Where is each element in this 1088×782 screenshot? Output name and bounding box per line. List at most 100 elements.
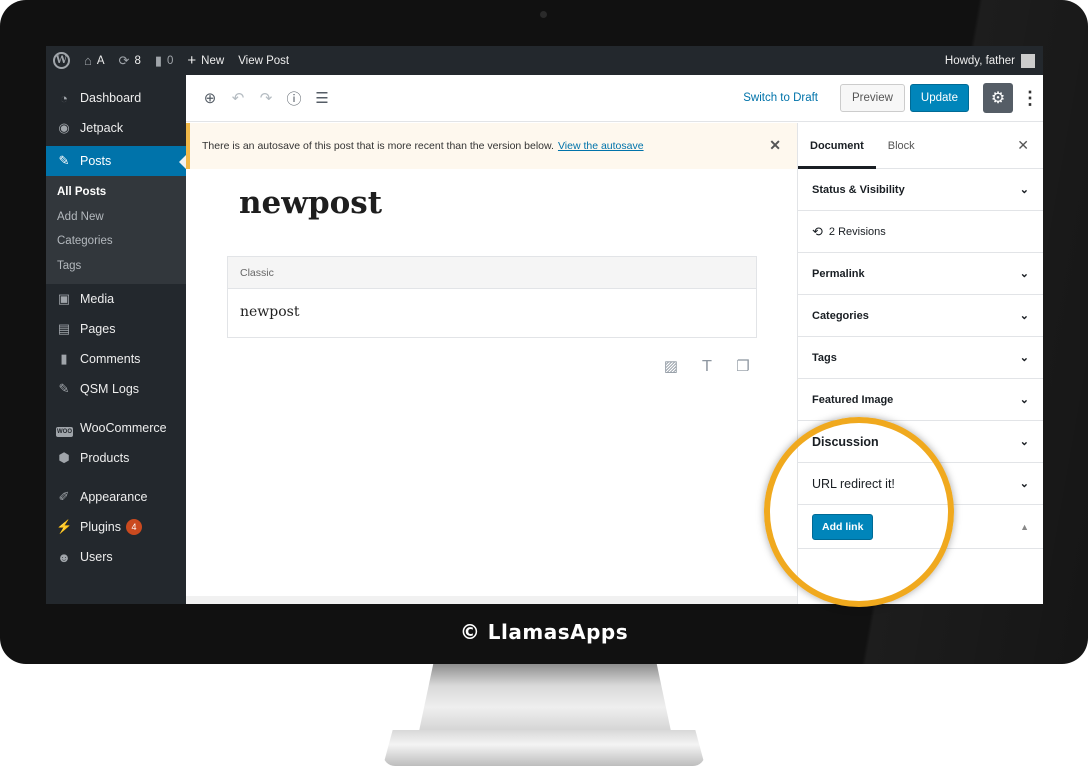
- add-link-button[interactable]: Add link: [812, 513, 874, 540]
- chevron-down-icon: ⌄: [1019, 184, 1029, 196]
- categories-panel[interactable]: Categories ⌄: [798, 295, 1043, 337]
- gallery-block-icon[interactable]: ❐: [725, 357, 761, 375]
- pin-icon: ✎: [58, 381, 70, 396]
- revisions-link[interactable]: ⟲ 2 Revisions: [798, 211, 1043, 253]
- tab-document[interactable]: Document: [798, 123, 876, 169]
- sidebar-item-label: Pages: [80, 322, 116, 336]
- sidebar-item-jetpack[interactable]: ◉ Jetpack: [46, 113, 186, 143]
- block-editor: ⊕ ↶ ↷ ⓘ ☰ Switch to Draft Preview Update…: [186, 75, 1043, 604]
- featured-image-panel[interactable]: Featured Image ⌄: [798, 379, 1043, 421]
- view-autosave-link[interactable]: View the autosave: [558, 140, 644, 152]
- sidebar-item-pages[interactable]: ▤ Pages: [46, 314, 186, 344]
- settings-tabs: Document Block ✕: [798, 123, 1043, 169]
- view-post-link[interactable]: View Post: [231, 46, 296, 75]
- sidebar-item-plugins[interactable]: ⚡ Plugins 4: [46, 512, 186, 542]
- status-visibility-panel[interactable]: Status & Visibility ⌄: [798, 169, 1043, 211]
- undo-icon[interactable]: ↶: [224, 89, 252, 107]
- chevron-up-icon[interactable]: ▲: [1020, 522, 1029, 532]
- sidebar-item-comments[interactable]: ▮ Comments: [46, 344, 186, 374]
- autosave-notice-text: There is an autosave of this post that i…: [202, 140, 554, 152]
- pin-icon: ✎: [58, 153, 70, 168]
- chevron-down-icon: ⌄: [1019, 310, 1029, 322]
- updates-link[interactable]: ⟳ 8: [112, 46, 148, 75]
- permalink-panel[interactable]: Permalink ⌄: [798, 253, 1043, 295]
- pages-icon: ▤: [57, 321, 71, 336]
- plus-icon: +: [187, 52, 197, 69]
- tags-panel[interactable]: Tags ⌄: [798, 337, 1043, 379]
- editor-footer-strip: [186, 596, 797, 604]
- url-redirect-panel[interactable]: URL redirect it! ⌄: [798, 463, 1043, 505]
- sidebar-item-qsm-logs[interactable]: ✎ QSM Logs: [46, 374, 186, 404]
- revisions-icon: ⟲: [812, 223, 823, 239]
- sidebar-item-label: Jetpack: [80, 121, 124, 135]
- sidebar-item-media[interactable]: ▣ Media: [46, 284, 186, 314]
- chevron-down-icon: ⌄: [1019, 268, 1029, 280]
- updates-icon: ⟳: [118, 52, 130, 68]
- plug-icon: ⚡: [56, 519, 73, 534]
- sidebar-item-label: Plugins: [80, 520, 121, 534]
- discussion-panel[interactable]: Discussion ⌄: [798, 421, 1043, 463]
- permalink-label: Permalink: [812, 267, 865, 280]
- submenu-categories[interactable]: Categories: [46, 229, 186, 254]
- site-name: A: [96, 54, 105, 67]
- switch-to-draft-button[interactable]: Switch to Draft: [743, 92, 818, 104]
- update-button[interactable]: Update: [909, 84, 969, 112]
- settings-gear-icon[interactable]: ⚙: [983, 83, 1013, 113]
- howdy-text: Howdy, father: [944, 54, 1015, 67]
- preview-button[interactable]: Preview: [840, 84, 905, 112]
- admin-bar: W ⌂ A ⟳ 8 ▮ 0 + New View Post Howdy, fat…: [46, 46, 1043, 75]
- products-icon: ⬢: [58, 450, 70, 465]
- sidebar-item-users[interactable]: ☻ Users: [46, 542, 186, 572]
- jetpack-icon: ◉: [58, 120, 70, 135]
- image-block-icon[interactable]: ▨: [653, 357, 689, 375]
- sidebar-item-label: Media: [80, 292, 115, 306]
- classic-block[interactable]: Classic newpost: [227, 256, 757, 338]
- my-account-link[interactable]: Howdy, father: [944, 53, 1043, 68]
- heading-block-icon[interactable]: T: [689, 357, 725, 375]
- site-name-link[interactable]: ⌂ A: [77, 46, 112, 75]
- comment-icon: ▮: [154, 52, 162, 68]
- submenu-tags[interactable]: Tags: [46, 254, 186, 279]
- more-options-icon[interactable]: ⋮: [1021, 88, 1039, 109]
- close-icon[interactable]: ✕: [769, 137, 781, 154]
- info-icon[interactable]: ⓘ: [280, 88, 308, 109]
- sidebar-item-woocommerce[interactable]: WOO WooCommerce: [46, 413, 186, 443]
- chevron-down-icon: ⌄: [1019, 352, 1029, 364]
- tab-block[interactable]: Block: [876, 123, 927, 169]
- url-redirect-label: URL redirect it!: [812, 476, 895, 491]
- add-block-icon[interactable]: ⊕: [196, 89, 224, 107]
- submenu-all-posts[interactable]: All Posts: [46, 180, 186, 205]
- discussion-label: Discussion: [812, 434, 879, 449]
- sidebar-item-dashboard[interactable]: ◔ Dashboard: [46, 83, 186, 113]
- comments-link[interactable]: ▮ 0: [148, 46, 181, 75]
- chevron-down-icon: ⌄: [1019, 436, 1029, 448]
- wordpress-logo-icon: W: [53, 52, 70, 69]
- brush-icon: ✐: [58, 489, 70, 504]
- redo-icon[interactable]: ↷: [252, 89, 280, 107]
- revisions-label: 2 Revisions: [828, 225, 886, 238]
- comments-count: 0: [167, 54, 174, 67]
- wordpress-logo-button[interactable]: W: [46, 46, 77, 75]
- close-icon[interactable]: ✕: [1017, 137, 1029, 154]
- chevron-down-icon: ⌄: [1019, 394, 1029, 406]
- sidebar-item-appearance[interactable]: ✐ Appearance: [46, 482, 186, 512]
- categories-label: Categories: [812, 309, 869, 322]
- new-label: New: [201, 54, 225, 67]
- submenu-add-new[interactable]: Add New: [46, 205, 186, 230]
- updates-count: 8: [134, 54, 141, 67]
- posts-submenu: All Posts Add New Categories Tags: [46, 176, 186, 284]
- monitor-bezel: W ⌂ A ⟳ 8 ▮ 0 + New View Post Howdy, fat…: [0, 0, 1088, 664]
- sidebar-item-label: Users: [80, 550, 113, 564]
- block-navigation-icon[interactable]: ☰: [308, 89, 336, 107]
- admin-sidebar: ◔ Dashboard ◉ Jetpack ✎ Posts All Posts …: [46, 75, 186, 604]
- classic-block-content[interactable]: newpost: [228, 289, 756, 335]
- chevron-down-icon: ⌄: [1019, 478, 1029, 490]
- sidebar-item-posts[interactable]: ✎ Posts: [46, 146, 186, 176]
- menu-separator: [46, 404, 186, 413]
- sidebar-item-products[interactable]: ⬢ Products: [46, 443, 186, 473]
- sidebar-item-label: WooCommerce: [80, 421, 167, 435]
- new-content-link[interactable]: + New: [180, 46, 231, 75]
- sidebar-item-label: Appearance: [80, 490, 148, 504]
- settings-sidebar: Document Block ✕ Status & Visibility ⌄ ⟲…: [797, 123, 1043, 604]
- post-title[interactable]: newpost: [239, 185, 382, 221]
